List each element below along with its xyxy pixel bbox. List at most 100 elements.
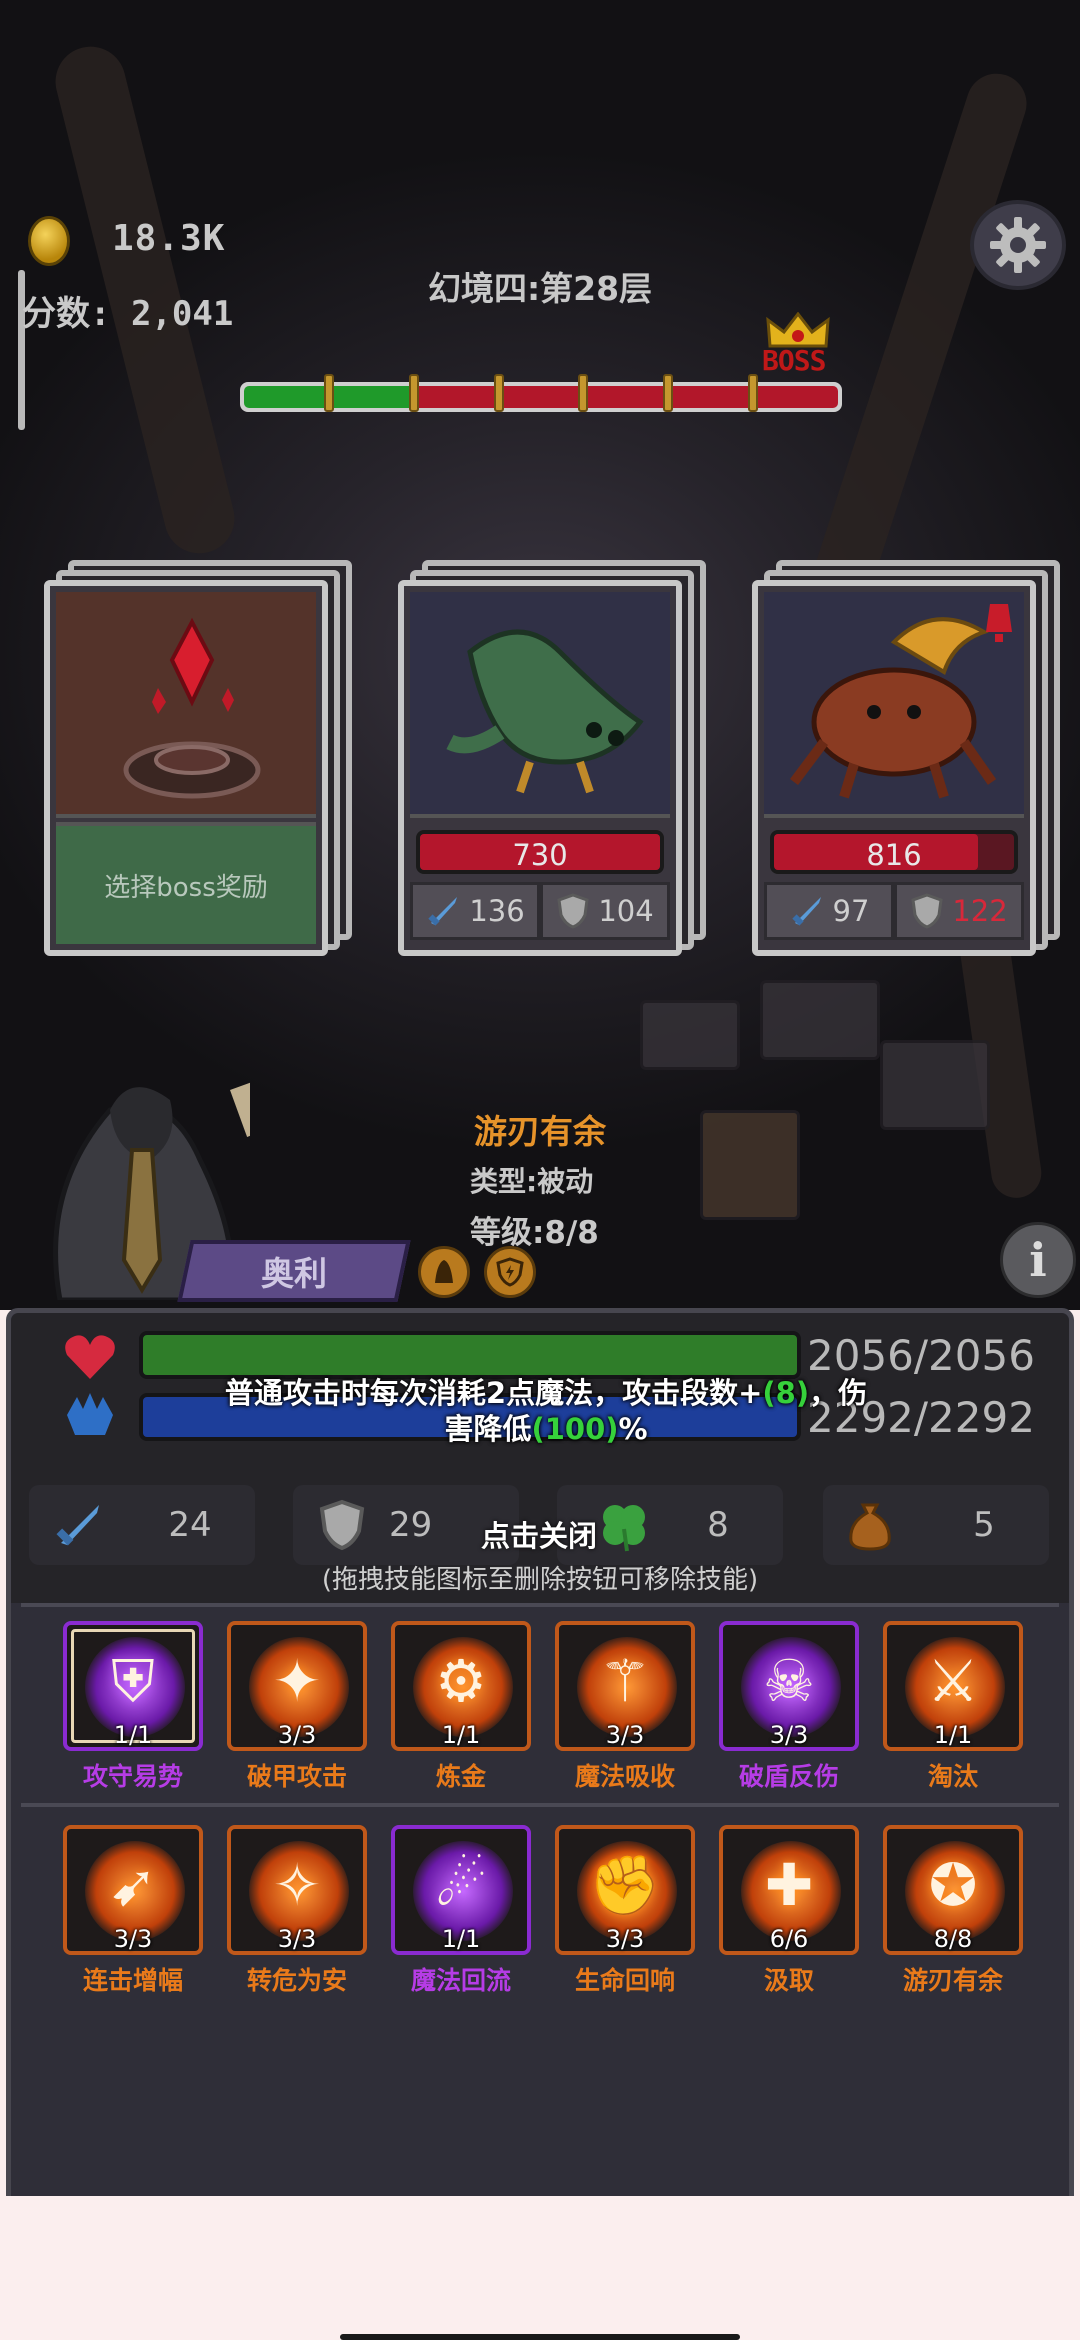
- shield-icon: [557, 893, 589, 929]
- skill-slot[interactable]: ⚙ 1/1 炼金: [391, 1621, 531, 1791]
- sword-slash-icon: ⚔: [927, 1647, 979, 1715]
- hero-bag-stat: 5: [823, 1485, 1049, 1565]
- hero-buff-icon[interactable]: [484, 1246, 536, 1298]
- sparkle-plus-icon: ✧: [272, 1851, 322, 1919]
- skill-label: 攻守易势: [82, 1762, 183, 1791]
- hero-status-panel: 2056/2056 2292/2292 普通攻击时每次消耗2点魔法，攻击段数+(…: [6, 1308, 1074, 2196]
- select-boss-reward-button[interactable]: 选择boss奖励: [56, 822, 316, 944]
- cross-shield-icon: ✚: [764, 1851, 814, 1919]
- sword-icon: [428, 897, 458, 926]
- enemy-defense-stat: 104: [540, 882, 670, 940]
- muscle-icon: ✊: [588, 1851, 662, 1919]
- cloak-icon: [435, 1260, 453, 1283]
- boss-reward-card[interactable]: 选择boss奖励: [44, 560, 352, 960]
- info-icon: i: [1029, 1233, 1047, 1287]
- home-indicator[interactable]: [340, 2334, 740, 2340]
- boss-label: BOSS: [762, 344, 826, 377]
- battle-scene: 18.3K 分数: 2,041 幻境四:第28层 BOSS 选择boss奖励 7…: [0, 0, 1080, 1310]
- skill-level-count: 6/6: [769, 1925, 809, 1953]
- skill-label: 破甲攻击: [246, 1762, 347, 1791]
- skill-slot[interactable]: ⚚ 3/3 魔法吸收: [555, 1621, 695, 1791]
- settings-button[interactable]: [970, 200, 1066, 290]
- tap-to-close-hint[interactable]: 点击关闭: [481, 1513, 597, 1555]
- enemy-card-lizard[interactable]: 730 136 104: [398, 560, 706, 960]
- shield-icon: [911, 893, 943, 929]
- tooltip-skill-type: 类型:被动: [470, 1165, 594, 1198]
- skill-row-2: ➹ 3/3 连击增幅 ✧ 3/3 转危为安 ☄ 1/1 魔法回流 ✊ 3/3 生命回响 ✚ 6/6 汲取 ✪ 8…: [11, 1819, 1069, 2009]
- enemy-hp-value: 816: [866, 838, 922, 872]
- sword-icon: [791, 897, 821, 926]
- skill-slot[interactable]: ☄ 1/1 魔法回流: [391, 1825, 531, 1995]
- divider: [21, 1803, 1059, 1807]
- hero-buff-icon[interactable]: [418, 1246, 470, 1298]
- runner-icon: ➹: [108, 1851, 158, 1919]
- divider: [21, 1603, 1059, 1607]
- info-button[interactable]: i: [1000, 1222, 1076, 1298]
- skill-slot[interactable]: ✧ 3/3 转危为安: [227, 1825, 367, 1995]
- floor-progress-marker: [408, 374, 419, 412]
- floor-progress-marker: [578, 374, 589, 412]
- alert-bell-icon: [986, 604, 1012, 642]
- skill-label: 魔法回流: [410, 1966, 511, 1995]
- floor-progress-marker: [663, 374, 674, 412]
- skill-slot[interactable]: ✦ 3/3 破甲攻击: [227, 1621, 367, 1791]
- gold-amount: 18.3K: [112, 218, 226, 259]
- skill-label: 游刃有余: [902, 1966, 1003, 1995]
- skill-label: 炼金: [435, 1762, 486, 1791]
- sword-icon: [56, 1505, 99, 1546]
- lightning-shield-icon: [496, 1257, 524, 1287]
- skill-level-count: 3/3: [769, 1721, 809, 1749]
- enemy-attack-stat: 97: [764, 882, 894, 940]
- skill-label: 连击增幅: [82, 1966, 183, 1995]
- skill-row-1: ⛨ 1/1 攻守易势 ✦ 3/3 破甲攻击 ⚙ 1/1 炼金 ⚚ 3/3 魔法吸收 ☠ 3/3 破盾反伤 ⚔ 1…: [11, 1615, 1069, 1805]
- skill-slot[interactable]: ⚔ 1/1 淘汰: [883, 1621, 1023, 1791]
- floor-progress-segment: [244, 386, 329, 408]
- skill-level-count: 1/1: [113, 1721, 153, 1749]
- skill-level-count: 1/1: [441, 1721, 481, 1749]
- floor-title: 幻境四:第28层: [427, 269, 653, 308]
- skill-level-count: 3/3: [605, 1721, 645, 1749]
- floor-progress-segment: [668, 386, 754, 408]
- skill-slot[interactable]: ✪ 8/8 游刃有余: [883, 1825, 1023, 1995]
- boss-crown-icon: [766, 312, 830, 348]
- skill-slot[interactable]: ➹ 3/3 连击增幅: [63, 1825, 203, 1995]
- tooltip-skill-name: 游刃有余: [474, 1112, 606, 1151]
- blade-swirl-icon: ✪: [928, 1851, 978, 1919]
- floor-progress-marker: [748, 374, 759, 412]
- stone-decoration: [640, 1000, 740, 1070]
- hero-attack-stat: 24: [29, 1485, 255, 1565]
- stone-decoration: [760, 980, 880, 1060]
- shield-icon: ⛨: [111, 1647, 155, 1715]
- gold-coin-icon: [28, 216, 70, 266]
- floor-progress-marker: [493, 374, 504, 412]
- enemy-hp-bar: 730: [416, 830, 664, 874]
- skill-level-count: 8/8: [933, 1925, 973, 1953]
- clover-icon: [603, 1505, 645, 1552]
- floor-progress-segment: [583, 386, 669, 408]
- skill-slot[interactable]: ☠ 3/3 破盾反伤: [719, 1621, 859, 1791]
- enemy-hp-bar: 816: [770, 830, 1018, 874]
- enemy-card-crab[interactable]: 816 97 122: [752, 560, 1060, 960]
- mana-icon: [67, 1393, 113, 1435]
- skill-slot[interactable]: ✚ 6/6 汲取: [719, 1825, 859, 1995]
- skill-level-count: 3/3: [605, 1925, 645, 1953]
- skill-slot[interactable]: ⛨ 1/1 攻守易势: [63, 1621, 203, 1791]
- hero-name-tab[interactable]: 奥利: [177, 1240, 411, 1302]
- skill-label: 淘汰: [927, 1762, 978, 1791]
- skill-slot[interactable]: ✊ 3/3 生命回响: [555, 1825, 695, 1995]
- gear-icon: [990, 217, 1046, 273]
- skill-description: 普通攻击时每次消耗2点魔法，攻击段数+(8)，伤 害降低(100)%: [224, 1376, 868, 1446]
- tooltip-skill-level: 等级:8/8: [470, 1215, 599, 1251]
- floor-progress-bar: [240, 374, 842, 412]
- skill-level-count: 3/3: [277, 1721, 317, 1749]
- enemy-defense-stat: 122: [894, 882, 1024, 940]
- floor-progress-segment: [498, 386, 584, 408]
- floor-progress-marker: [323, 374, 334, 412]
- skill-label: 生命回响: [574, 1966, 675, 1995]
- skill-level-count: 3/3: [113, 1925, 153, 1953]
- system-nav-area: [0, 2196, 1080, 2340]
- skill-label: 转危为安: [246, 1966, 347, 1995]
- enemy-hp-value: 730: [512, 838, 568, 872]
- floor-progress-segment: [413, 386, 499, 408]
- hero-hp-bar: [139, 1331, 801, 1379]
